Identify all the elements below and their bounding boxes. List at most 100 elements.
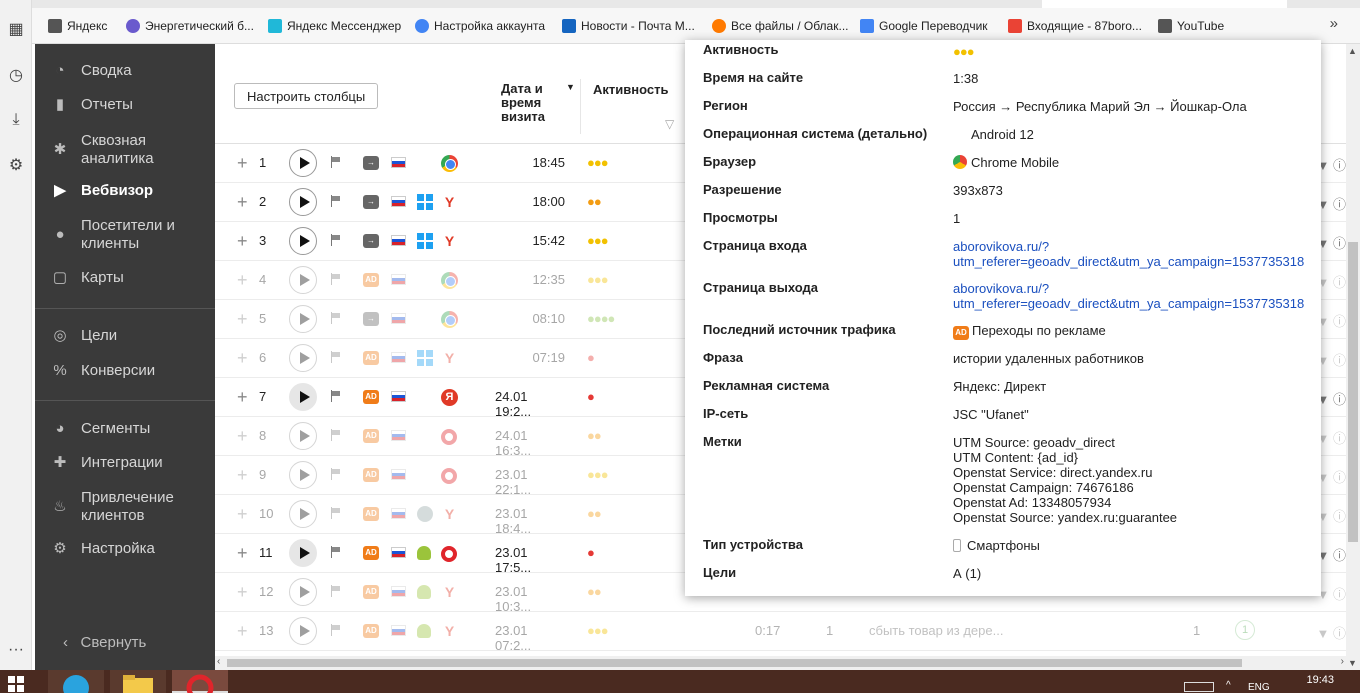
row-filter-info-icons[interactable]: ▼ ⓘ <box>1317 623 1346 642</box>
bookmark-item[interactable]: Новости - Почта М... <box>562 17 695 35</box>
settings-gear-icon[interactable]: ⚙ <box>6 156 26 176</box>
expand-plus-icon[interactable]: + <box>237 427 248 445</box>
page-link[interactable]: aborovikova.ru/? utm_referer=geoadv_dire… <box>953 239 1304 269</box>
play-recording-button[interactable] <box>289 422 317 450</box>
opera-taskbar-icon[interactable] <box>172 670 228 693</box>
flag-icon[interactable] <box>331 390 341 402</box>
keyboard-icon[interactable] <box>1184 682 1214 692</box>
windows-start-icon[interactable] <box>6 670 34 693</box>
sidebar-item[interactable]: ◎ Цели <box>35 327 215 345</box>
bookmark-item[interactable]: Настройка аккаунта <box>415 17 545 35</box>
grid-apps-icon[interactable]: ▦ <box>6 20 26 40</box>
collapse-sidebar-button[interactable]: ‹ Свернуть <box>63 634 146 651</box>
file-explorer-taskbar-icon[interactable] <box>110 670 166 693</box>
play-recording-button[interactable] <box>289 149 317 177</box>
android-icon <box>417 546 431 560</box>
scrollbar-thumb[interactable] <box>227 659 1242 667</box>
sidebar-item[interactable]: ✱ Сквозная аналитика <box>35 132 215 168</box>
play-recording-button[interactable] <box>289 266 317 294</box>
play-recording-button[interactable] <box>289 344 317 372</box>
sidebar-item[interactable]: ⚙ Настройка <box>35 540 215 558</box>
bookmark-item[interactable]: Входящие - 87boro... <box>1008 17 1142 35</box>
expand-plus-icon[interactable]: + <box>237 271 248 289</box>
more-dots-icon[interactable]: ··· <box>6 640 26 660</box>
scroll-right-icon[interactable]: › <box>1341 656 1344 667</box>
tray-chevron-icon[interactable]: ^ <box>1226 680 1231 693</box>
row-number: 12 <box>259 584 274 599</box>
bookmark-item[interactable]: YouTube <box>1158 17 1224 35</box>
flag-icon[interactable] <box>331 195 341 207</box>
expand-plus-icon[interactable]: + <box>237 622 248 640</box>
history-clock-icon[interactable]: ◷ <box>6 66 26 86</box>
scroll-down-icon[interactable]: ▼ <box>1348 658 1357 668</box>
downloads-icon[interactable]: ⤓ <box>6 110 26 130</box>
active-tab-edge[interactable] <box>1042 0 1287 8</box>
flag-icon[interactable] <box>331 234 341 246</box>
sidebar-item[interactable]: ✚ Интеграции <box>35 454 215 472</box>
bookmarks-overflow-button[interactable]: » <box>1330 15 1338 32</box>
play-recording-button[interactable] <box>289 383 317 411</box>
flag-icon[interactable] <box>331 156 341 168</box>
bookmark-item[interactable]: Энергетический б... <box>126 17 254 35</box>
page-link[interactable]: aborovikova.ru/? utm_referer=geoadv_dire… <box>953 281 1304 311</box>
expand-plus-icon[interactable]: + <box>237 310 248 328</box>
telegram-taskbar-icon[interactable] <box>48 670 104 693</box>
expand-plus-icon[interactable]: + <box>237 232 248 250</box>
sidebar-item[interactable]: ▶ Вебвизор <box>35 182 215 200</box>
scroll-left-icon[interactable]: ‹ <box>217 656 220 667</box>
taskbar-clock[interactable]: 19:43 <box>1306 674 1334 686</box>
sidebar-item[interactable]: % Конверсии <box>35 362 215 380</box>
flag-icon[interactable] <box>331 429 341 441</box>
expand-plus-icon[interactable]: + <box>237 583 248 601</box>
sidebar-item[interactable]: ♨ Привлечение клиентов <box>35 489 215 525</box>
sidebar-item[interactable]: ◔ Сводка <box>35 62 215 80</box>
flag-icon[interactable] <box>331 507 341 519</box>
expand-plus-icon[interactable]: + <box>237 349 248 367</box>
table-row[interactable]: +13 AD Y 23.01 07:2... ●●● ▼ ⓘ 0:17 1 сбыть това… <box>215 612 1346 653</box>
expand-plus-icon[interactable]: + <box>237 388 248 406</box>
expand-plus-icon[interactable]: + <box>237 154 248 172</box>
play-recording-button[interactable] <box>289 227 317 255</box>
play-recording-button[interactable] <box>289 617 317 645</box>
filter-icon[interactable]: ▽ <box>665 117 674 131</box>
detail-value-text: Россия → Республика Марий Эл → Йошкар-Ол… <box>953 99 1247 114</box>
play-recording-button[interactable] <box>289 461 317 489</box>
russia-flag-icon <box>391 274 406 285</box>
scrollbar-thumb[interactable] <box>1348 242 1358 542</box>
scroll-up-icon[interactable]: ▲ <box>1348 46 1357 56</box>
expand-plus-icon[interactable]: + <box>237 505 248 523</box>
flag-icon[interactable] <box>331 468 341 480</box>
column-header-date[interactable]: Дата и время визита <box>501 82 561 124</box>
sidebar-item[interactable]: ▮ Отчеты <box>35 96 215 114</box>
expand-plus-icon[interactable]: + <box>237 466 248 484</box>
configure-columns-button[interactable]: Настроить столбцы <box>234 83 379 109</box>
flag-icon[interactable] <box>331 351 341 363</box>
flag-icon[interactable] <box>331 585 341 597</box>
horizontal-scrollbar[interactable]: ‹ › <box>215 656 1346 670</box>
vertical-scrollbar[interactable]: ▲ ▼ <box>1346 44 1360 670</box>
sidebar-item[interactable]: ▢ Карты <box>35 269 215 287</box>
flag-icon[interactable] <box>331 624 341 636</box>
play-recording-button[interactable] <box>289 305 317 333</box>
flag-icon[interactable] <box>331 312 341 324</box>
sidebar-item[interactable]: ● Посетители и клиенты <box>35 217 215 253</box>
language-indicator[interactable]: ENG <box>1248 682 1270 693</box>
play-recording-button[interactable] <box>289 539 317 567</box>
flag-icon[interactable] <box>331 546 341 558</box>
bookmark-item[interactable]: Яндекс <box>48 17 107 35</box>
play-recording-button[interactable] <box>289 578 317 606</box>
expand-plus-icon[interactable]: + <box>237 544 248 562</box>
play-recording-button[interactable] <box>289 500 317 528</box>
bookmark-item[interactable]: Яндекс Мессенджер <box>268 17 401 35</box>
bookmark-item[interactable]: Все файлы / Облак... <box>712 17 849 35</box>
play-recording-button[interactable] <box>289 188 317 216</box>
detail-value: Смартфоны <box>953 538 1313 553</box>
bookmark-item[interactable]: Google Переводчик <box>860 17 988 35</box>
column-header-activity[interactable]: Активность <box>593 82 668 97</box>
expand-plus-icon[interactable]: + <box>237 193 248 211</box>
flag-icon[interactable] <box>331 273 341 285</box>
visit-time: 12:35 <box>532 272 565 287</box>
sidebar-item[interactable]: ◕ Сегменты <box>35 420 215 438</box>
goal-badge[interactable]: 1 <box>1235 620 1255 640</box>
sort-desc-icon[interactable]: ▼ <box>566 82 575 92</box>
